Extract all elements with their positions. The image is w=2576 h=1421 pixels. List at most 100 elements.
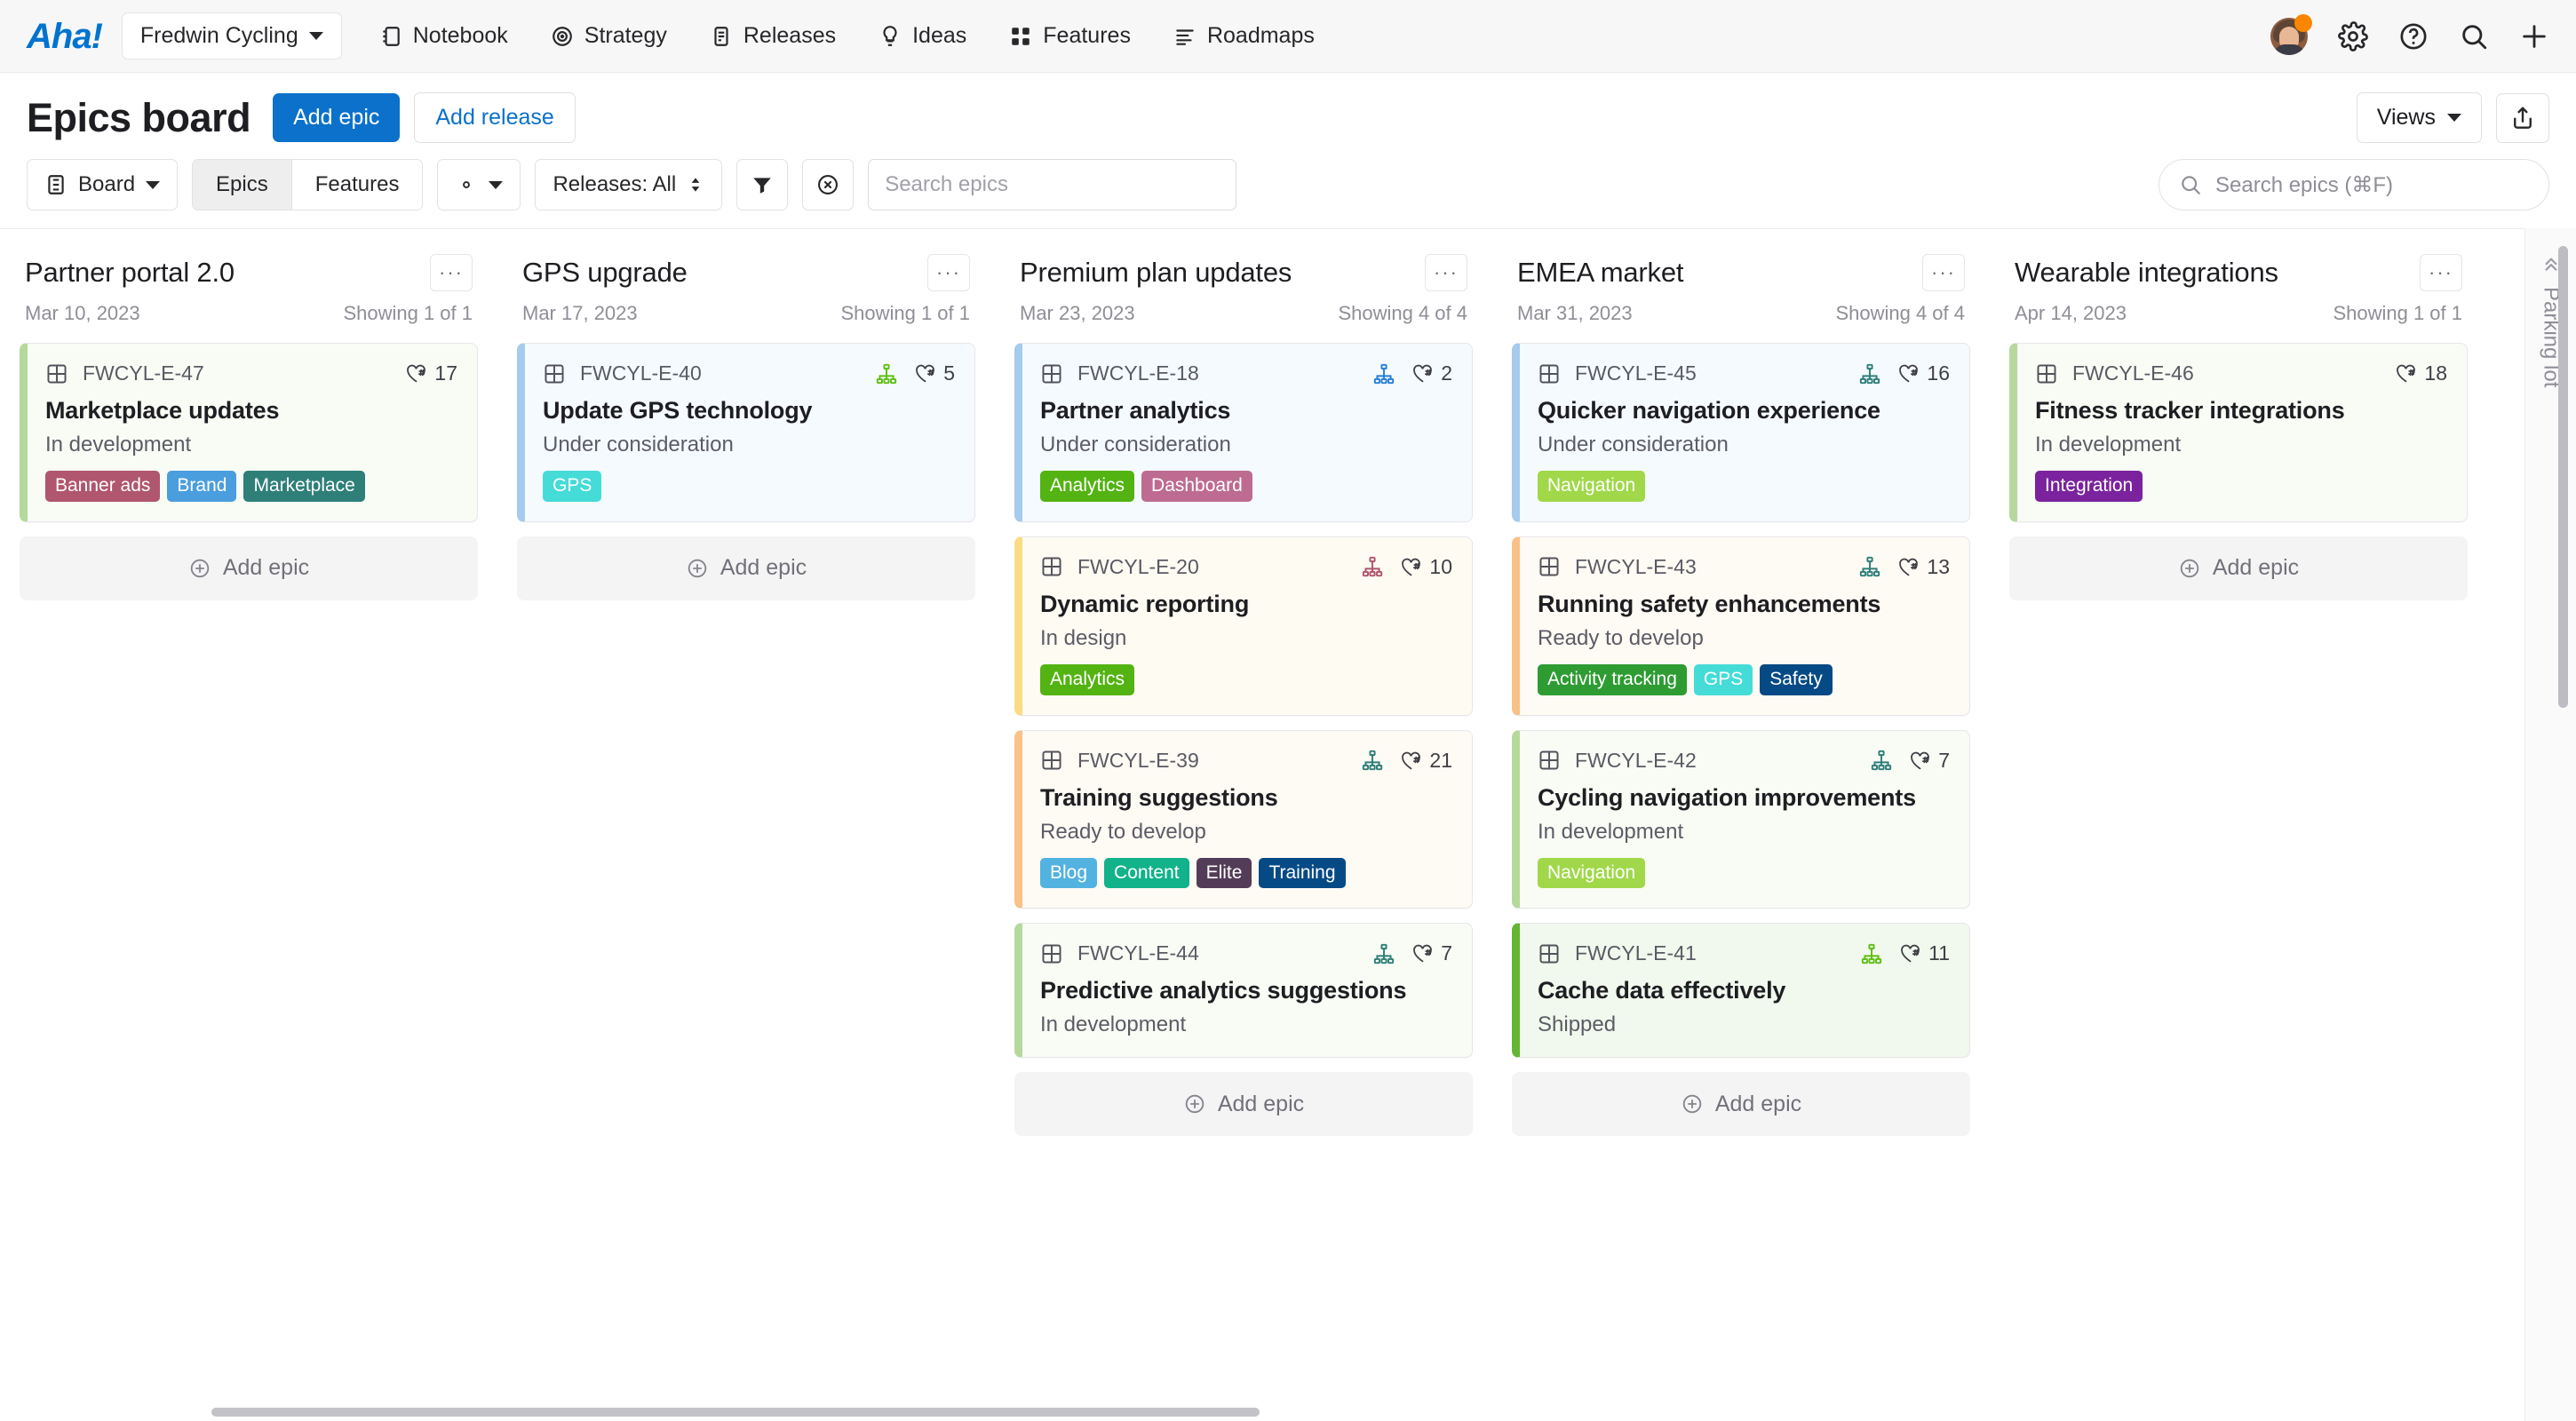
- share-button[interactable]: [2496, 92, 2549, 143]
- epic-tag[interactable]: Dashboard: [1141, 471, 1252, 502]
- epic-tag[interactable]: Brand: [167, 471, 237, 502]
- epic-tag[interactable]: Analytics: [1040, 471, 1135, 502]
- global-search-input[interactable]: Search epics (⌘F): [2159, 159, 2549, 210]
- add-epic-column-label: Add epic: [1714, 1091, 1802, 1116]
- settings-button[interactable]: [2338, 21, 2368, 52]
- search-epics-input[interactable]: Search epics: [868, 159, 1237, 210]
- epic-card[interactable]: FWCYL-E-46 18 Fitness tracker integrations…: [2009, 343, 2468, 522]
- tab-features[interactable]: Features: [290, 160, 423, 210]
- epic-tag[interactable]: Elite: [1196, 857, 1252, 889]
- epic-tag[interactable]: Marketplace: [243, 471, 365, 502]
- column-cards: FWCYL-E-45 16 Quicker navigation experienc…: [1508, 325, 1974, 1137]
- add-epic-column-button[interactable]: Add epic: [1014, 1072, 1473, 1137]
- epic-score-value: 21: [1429, 748, 1452, 772]
- column-count: Showing 1 of 1: [2333, 302, 2462, 324]
- epic-tag[interactable]: Content: [1104, 857, 1189, 889]
- epic-card[interactable]: FWCYL-E-18 2 Partner analytics Under consid…: [1014, 343, 1473, 522]
- hierarchy-icon: [1860, 557, 1880, 577]
- epic-score: 21: [1400, 749, 1452, 773]
- epic-tag[interactable]: Training: [1259, 857, 1346, 889]
- add-epic-column-button[interactable]: Add epic: [1512, 1072, 1970, 1137]
- epic-card-id: FWCYL-E-44: [1077, 941, 1199, 965]
- epic-tag[interactable]: Navigation: [1538, 857, 1646, 889]
- epic-card-meta: 16: [1858, 361, 1950, 385]
- column-menu-button[interactable]: ···: [430, 254, 473, 291]
- column-header: Wearable integrations ···: [2006, 229, 2471, 291]
- epic-card[interactable]: FWCYL-E-44 7 Predictive analytics suggesti…: [1014, 923, 1473, 1059]
- page-header-actions: Views: [2356, 92, 2549, 143]
- add-epic-column-button[interactable]: Add epic: [2009, 536, 2468, 600]
- help-button[interactable]: [2398, 21, 2429, 52]
- epic-card-meta: 11: [1860, 941, 1950, 965]
- epic-card[interactable]: FWCYL-E-41 11 Cache data effectively Shippe…: [1512, 923, 1970, 1059]
- add-button[interactable]: [2519, 21, 2549, 52]
- epic-icon: [1539, 363, 1559, 384]
- epic-card-title: Training suggestions: [1040, 783, 1278, 811]
- parking-lot-panel[interactable]: Parking lot: [2524, 228, 2576, 1421]
- board-view-selector[interactable]: Board: [27, 159, 179, 210]
- epic-card[interactable]: FWCYL-E-47 17 Marketplace updates In develo…: [20, 343, 478, 522]
- epic-card[interactable]: FWCYL-E-42 7 Cycling navigation improvemen…: [1512, 729, 1970, 909]
- epic-tag[interactable]: GPS: [1693, 663, 1753, 695]
- epic-card-tags: Navigation: [1538, 857, 1950, 889]
- epic-tag[interactable]: Safety: [1760, 663, 1833, 695]
- aha-logo[interactable]: Aha!: [27, 19, 103, 54]
- column-menu-button[interactable]: ···: [927, 254, 970, 291]
- add-epic-button[interactable]: Add epic: [273, 93, 401, 142]
- board-settings-button[interactable]: [437, 159, 521, 210]
- releases-icon: [714, 26, 728, 46]
- notification-badge: [2294, 14, 2312, 32]
- epic-tag[interactable]: Integration: [2035, 471, 2143, 502]
- add-epic-column-button[interactable]: Add epic: [517, 536, 975, 600]
- epic-card[interactable]: FWCYL-E-43 13 Running safety enhancements R…: [1512, 536, 1970, 716]
- add-release-button[interactable]: Add release: [414, 92, 576, 143]
- column-menu-button[interactable]: ···: [1922, 254, 1965, 291]
- horizontal-scrollbar-thumb[interactable]: [211, 1408, 1260, 1417]
- clear-filter-button[interactable]: [802, 159, 855, 210]
- hierarchy-icon: [1363, 557, 1383, 577]
- hierarchy-icon: [1363, 750, 1383, 771]
- nav-item-ideas[interactable]: Ideas: [857, 13, 988, 59]
- epic-card-title: Quicker navigation experience: [1538, 397, 1880, 424]
- epic-card[interactable]: FWCYL-E-39 21 Training suggestions Ready to…: [1014, 729, 1473, 909]
- epic-tag[interactable]: Blog: [1040, 857, 1098, 889]
- add-epic-column-button[interactable]: Add epic: [20, 536, 478, 600]
- board-column: Partner portal 2.0 ··· Mar 10, 2023 Showing…: [0, 229, 497, 600]
- epic-card[interactable]: FWCYL-E-45 16 Quicker navigation experienc…: [1512, 343, 1970, 522]
- epic-card-tags: Integration: [2035, 471, 2447, 502]
- epic-score-value: 11: [1928, 941, 1950, 965]
- project-switcher-label: Fredwin Cycling: [139, 23, 298, 48]
- epic-score-value: 18: [2424, 361, 2447, 385]
- epic-card[interactable]: FWCYL-E-40 5 Update GPS technology Under co…: [517, 343, 975, 522]
- epic-card-tags: Activity tracking GPS Safety: [1538, 663, 1950, 695]
- nav-item-features-label: Features: [1043, 23, 1131, 48]
- nav-item-releases[interactable]: Releases: [688, 13, 857, 59]
- epic-tag[interactable]: Banner ads: [45, 471, 161, 502]
- views-button[interactable]: Views: [2356, 92, 2482, 143]
- nav-item-roadmaps[interactable]: Roadmaps: [1152, 13, 1336, 59]
- epic-card[interactable]: FWCYL-E-20 10 Dynamic reporting In design An…: [1014, 536, 1473, 716]
- avatar[interactable]: [2270, 14, 2312, 55]
- epic-tag[interactable]: Activity tracking: [1538, 663, 1687, 695]
- column-header: Partner portal 2.0 ···: [16, 229, 481, 291]
- nav-item-notebook[interactable]: Notebook: [358, 13, 529, 59]
- nav-item-features[interactable]: Features: [988, 13, 1152, 59]
- vertical-scrollbar[interactable]: [2558, 246, 2568, 708]
- board-icon: [48, 175, 64, 194]
- epic-card-title: Partner analytics: [1040, 397, 1231, 424]
- epic-tag[interactable]: Navigation: [1538, 471, 1646, 502]
- board-column: GPS upgrade ··· Mar 17, 2023 Showing 1 of 1…: [497, 229, 995, 600]
- epic-tag[interactable]: GPS: [543, 471, 602, 502]
- chevron-down-icon: [2447, 114, 2461, 122]
- column-menu-button[interactable]: ···: [2420, 254, 2462, 291]
- filter-button[interactable]: [736, 159, 789, 210]
- epic-tag[interactable]: Analytics: [1040, 663, 1135, 695]
- nav-item-strategy[interactable]: Strategy: [529, 13, 688, 59]
- tab-epics[interactable]: Epics: [193, 160, 291, 210]
- global-search-button[interactable]: [2459, 21, 2489, 52]
- target-icon: [552, 26, 572, 46]
- column-subheader: Mar 31, 2023 Showing 4 of 4: [1508, 291, 1974, 325]
- column-menu-button[interactable]: ···: [1425, 254, 1467, 291]
- project-switcher[interactable]: Fredwin Cycling: [121, 12, 342, 60]
- releases-filter-selector[interactable]: Releases: All: [535, 159, 723, 210]
